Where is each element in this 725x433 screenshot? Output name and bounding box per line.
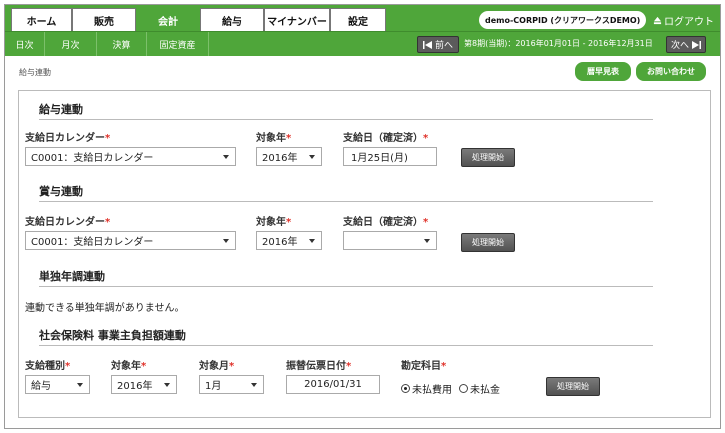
chevron-down-icon xyxy=(223,155,229,159)
eject-icon xyxy=(653,16,662,25)
chevron-down-icon xyxy=(164,383,170,387)
select-value: 2016年 xyxy=(262,153,298,164)
required-mark: * xyxy=(423,217,429,228)
content-panel: 給与連動 支給日カレンダー* C0001：支給日カレンダー 対象年* 2016年… xyxy=(18,90,711,418)
chevron-down-icon xyxy=(309,155,315,159)
corp-badge: demo-CORPID (クリアワークスDEMO) xyxy=(479,11,647,29)
required-mark: * xyxy=(346,361,352,372)
select-value: C0001：支給日カレンダー xyxy=(31,237,154,248)
bonus-calendar-label: 支給日カレンダー* xyxy=(25,217,111,228)
subtab-closing[interactable]: 決算 xyxy=(97,32,147,56)
breadcrumb: 給与連動 xyxy=(19,68,51,77)
select-value: C0001：支給日カレンダー xyxy=(31,153,154,164)
next-period-button[interactable]: 次へ xyxy=(666,36,706,53)
social-start-button[interactable]: 処理開始 xyxy=(546,377,600,396)
tab-payroll[interactable]: 給与 xyxy=(200,8,264,31)
divider xyxy=(39,201,653,202)
bonus-year-label: 対象年* xyxy=(256,217,292,228)
chevron-down-icon xyxy=(223,239,229,243)
radio-unchecked-icon xyxy=(459,384,468,393)
bonus-date-label: 支給日（確定済）* xyxy=(343,217,429,228)
radio-label: 未払費用 xyxy=(412,385,452,396)
salary-year-select[interactable]: 2016年 xyxy=(256,147,322,166)
bonus-calendar-select[interactable]: C0001：支給日カレンダー xyxy=(25,231,236,250)
subtab-fixed-assets[interactable]: 固定資産 xyxy=(147,32,209,56)
tab-mynumber[interactable]: マイナンバー xyxy=(264,8,330,31)
salary-year-label: 対象年* xyxy=(256,133,292,144)
next-label: 次へ xyxy=(670,41,689,51)
calendar-chart-button[interactable]: 暦早見表 xyxy=(575,62,631,81)
tab-home[interactable]: ホーム xyxy=(11,8,72,31)
tab-sales[interactable]: 販売 xyxy=(72,8,136,31)
required-mark: * xyxy=(229,361,235,372)
bonus-section-title: 賞与連動 xyxy=(39,185,83,198)
social-transfer-field[interactable]: 2016/01/31 xyxy=(286,375,380,394)
yearend-section-title: 単独年調連動 xyxy=(39,270,105,283)
salary-calendar-select[interactable]: C0001：支給日カレンダー xyxy=(25,147,236,166)
divider xyxy=(39,286,653,287)
divider xyxy=(39,345,653,346)
logout-label: ログアウト xyxy=(664,17,714,28)
required-mark: * xyxy=(105,217,111,228)
required-mark: * xyxy=(441,361,447,372)
tab-settings[interactable]: 設定 xyxy=(330,8,386,31)
main-nav: ホーム 販売 会計 給与 マイナンバー 設定 demo-CORPID (クリアワ… xyxy=(5,5,720,31)
select-value: 2016年 xyxy=(117,381,153,392)
bonus-date-select[interactable] xyxy=(343,231,437,250)
chevron-down-icon xyxy=(77,383,83,387)
bonus-year-select[interactable]: 2016年 xyxy=(256,231,322,250)
social-account-label: 勘定科目* xyxy=(401,361,447,372)
yearend-message: 連動できる単独年調がありません。 xyxy=(25,303,185,314)
bonus-start-button[interactable]: 処理開始 xyxy=(461,233,515,252)
social-month-select[interactable]: 1月 xyxy=(199,375,264,394)
social-year-label: 対象年* xyxy=(111,361,147,372)
chevron-down-icon xyxy=(309,239,315,243)
radio-checked-icon xyxy=(401,384,410,393)
radio-accounts-payable[interactable]: 未払金 xyxy=(459,381,500,396)
prev-period-button[interactable]: 前へ xyxy=(417,36,459,53)
salary-calendar-label: 支給日カレンダー* xyxy=(25,133,111,144)
required-mark: * xyxy=(141,361,147,372)
social-transfer-label: 振替伝票日付* xyxy=(286,361,352,372)
required-mark: * xyxy=(286,217,292,228)
app-frame: ホーム 販売 会計 給与 マイナンバー 設定 demo-CORPID (クリアワ… xyxy=(4,4,721,429)
social-type-label: 支給種別* xyxy=(25,361,71,372)
chevron-down-icon xyxy=(251,383,257,387)
required-mark: * xyxy=(65,361,71,372)
contact-button[interactable]: お問い合わせ xyxy=(636,62,706,81)
salary-section-title: 給与連動 xyxy=(39,103,83,116)
sub-nav: 日次 月次 決算 固定資産 前へ 第8期(当期)：2016年01月01日 - 2… xyxy=(5,31,720,56)
chevron-down-icon xyxy=(424,239,430,243)
social-year-select[interactable]: 2016年 xyxy=(111,375,177,394)
period-text: 第8期(当期)：2016年01月01日 - 2016年12月31日 xyxy=(464,39,653,48)
required-mark: * xyxy=(286,133,292,144)
social-section-title: 社会保険料 事業主負担額連動 xyxy=(39,329,186,342)
salary-date-field[interactable]: 1月25日(月) xyxy=(343,147,437,166)
divider xyxy=(39,119,653,120)
select-value: 1月 xyxy=(205,381,222,392)
prev-label: 前へ xyxy=(434,41,453,51)
required-mark: * xyxy=(105,133,111,144)
radio-accrued-expense[interactable]: 未払費用 xyxy=(401,381,452,396)
salary-date-label: 支給日（確定済）* xyxy=(343,133,429,144)
double-left-icon xyxy=(422,40,432,49)
salary-start-button[interactable]: 処理開始 xyxy=(461,148,515,167)
select-value: 2016年 xyxy=(262,237,298,248)
tab-accounting[interactable]: 会計 xyxy=(136,8,200,31)
select-value: 給与 xyxy=(31,381,51,392)
logout-link[interactable]: ログアウト xyxy=(653,13,714,28)
social-month-label: 対象月* xyxy=(199,361,235,372)
social-type-select[interactable]: 給与 xyxy=(25,375,90,394)
radio-label: 未払金 xyxy=(470,385,500,396)
required-mark: * xyxy=(423,133,429,144)
double-right-icon xyxy=(692,40,701,49)
subtab-daily[interactable]: 日次 xyxy=(5,32,45,56)
subtab-monthly[interactable]: 月次 xyxy=(45,32,97,56)
